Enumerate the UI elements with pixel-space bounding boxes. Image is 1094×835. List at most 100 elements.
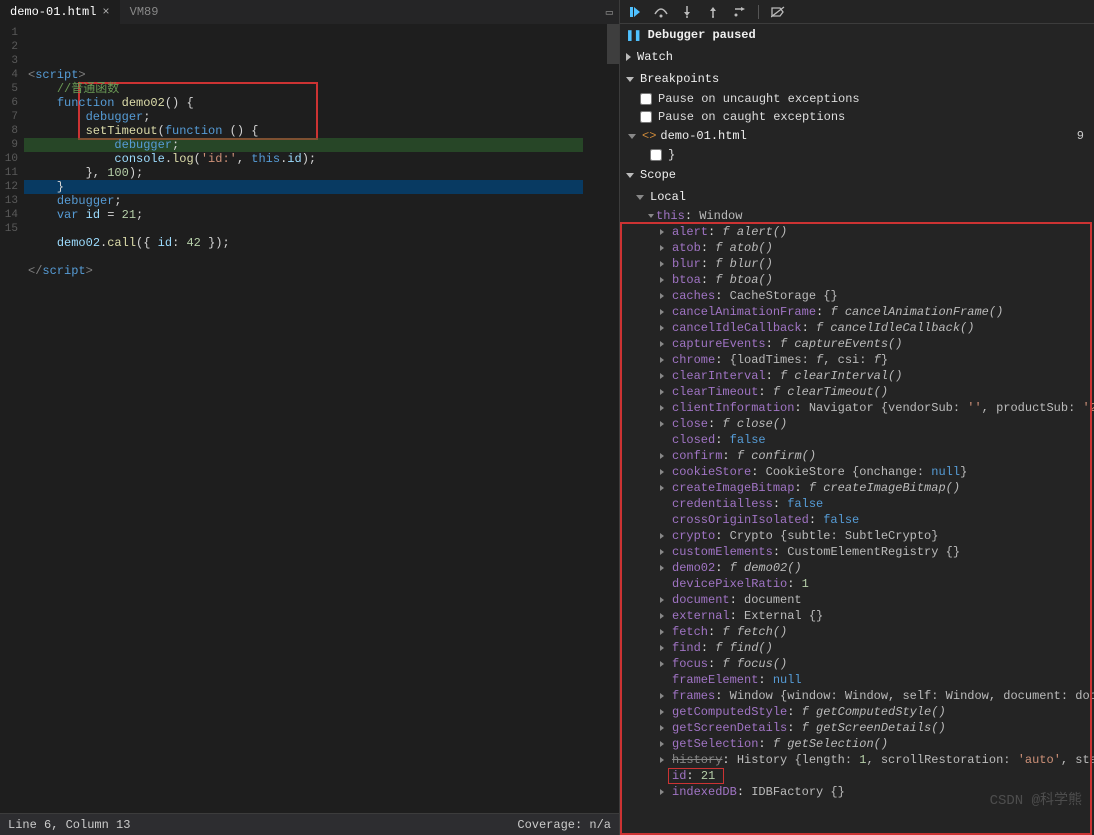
scope-property[interactable]: getScreenDetails: f getScreenDetails() [620, 720, 1094, 736]
scope-property[interactable]: frames: Window {window: Window, self: Wi… [620, 688, 1094, 704]
code-line[interactable]: console.log('id:', this.id); [24, 152, 583, 166]
step-icon[interactable] [732, 5, 746, 19]
cursor-position: Line 6, Column 13 [8, 818, 130, 832]
scope-property[interactable]: crypto: Crypto {subtle: SubtleCrypto} [620, 528, 1094, 544]
scope-property[interactable]: find: f find() [620, 640, 1094, 656]
local-scope-header[interactable]: Local [620, 186, 1094, 208]
step-out-icon[interactable] [706, 5, 720, 19]
scope-property[interactable]: id: 21 [620, 768, 1094, 784]
scope-property[interactable]: clientInformation: Navigator {vendorSub:… [620, 400, 1094, 416]
pause-caught-label: Pause on caught exceptions [658, 110, 845, 124]
pause-icon: ❚❚ [626, 28, 642, 43]
debugger-paused-header: ❚❚ Debugger paused [620, 24, 1094, 46]
code-line[interactable]: </script> [24, 264, 583, 278]
scope-property[interactable]: focus: f focus() [620, 656, 1094, 672]
scope-property[interactable]: frameElement: null [620, 672, 1094, 688]
scope-property[interactable]: indexedDB: IDBFactory {} [620, 784, 1094, 800]
breakpoint-checkbox[interactable] [650, 149, 662, 161]
tab-demo01[interactable]: demo-01.html × [0, 0, 120, 24]
debugger-pane: ❚❚ Debugger paused Watch Breakpoints Pau… [620, 0, 1094, 835]
this-value: Window [699, 209, 742, 223]
minimap[interactable] [583, 24, 607, 813]
scope-property[interactable]: document: document [620, 592, 1094, 608]
pause-caught-row[interactable]: Pause on caught exceptions [620, 108, 1094, 126]
breakpoint-snippet: } [668, 148, 675, 162]
chevron-down-icon [626, 77, 634, 82]
scope-property[interactable]: crossOriginIsolated: false [620, 512, 1094, 528]
code-line[interactable]: var id = 21; [24, 208, 583, 222]
breakpoints-header[interactable]: Breakpoints [620, 68, 1094, 90]
scope-header[interactable]: Scope [620, 164, 1094, 186]
scope-property[interactable]: btoa: f btoa() [620, 272, 1094, 288]
scope-property[interactable]: close: f close() [620, 416, 1094, 432]
scope-property[interactable]: history: History {length: 1, scrollResto… [620, 752, 1094, 768]
scope-property[interactable]: credentialless: false [620, 496, 1094, 512]
scope-property[interactable]: devicePixelRatio: 1 [620, 576, 1094, 592]
local-label: Local [650, 190, 686, 204]
scope-property[interactable]: closed: false [620, 432, 1094, 448]
breakpoint-file-name: demo-01.html [660, 129, 746, 143]
chevron-down-icon [636, 195, 644, 200]
code-line[interactable]: function demo02() { [24, 96, 583, 110]
code-line[interactable] [24, 250, 583, 264]
chevron-right-icon [626, 53, 631, 61]
scope-property[interactable]: captureEvents: f captureEvents() [620, 336, 1094, 352]
line-gutter: 123456789101112131415 [0, 24, 24, 813]
code-area[interactable]: <script> //普通函数 function demo02() { debu… [24, 24, 583, 813]
code-line[interactable]: setTimeout(function () { [24, 124, 583, 138]
code-line[interactable]: debugger; [24, 110, 583, 124]
scope-property[interactable]: caches: CacheStorage {} [620, 288, 1094, 304]
deactivate-breakpoints-icon[interactable] [771, 5, 785, 19]
code-line[interactable]: debugger; [24, 194, 583, 208]
scrollbar-thumb[interactable] [607, 24, 619, 64]
chevron-down-icon [628, 134, 636, 139]
breakpoint-file-header[interactable]: <> demo-01.html 9 [620, 126, 1094, 146]
vertical-scrollbar[interactable] [607, 24, 619, 813]
scope-property[interactable]: cancelAnimationFrame: f cancelAnimationF… [620, 304, 1094, 320]
code-line[interactable]: debugger; [24, 138, 583, 152]
watch-label: Watch [637, 50, 673, 64]
scope-property[interactable]: customElements: CustomElementRegistry {} [620, 544, 1094, 560]
breakpoints-label: Breakpoints [640, 72, 719, 86]
breakpoint-snippet-row[interactable]: } [620, 146, 1094, 164]
code-line[interactable]: } [24, 180, 583, 194]
pause-uncaught-checkbox[interactable] [640, 93, 652, 105]
close-icon[interactable]: × [102, 5, 109, 19]
tab-label: VM89 [130, 5, 159, 19]
scope-property[interactable]: fetch: f fetch() [620, 624, 1094, 640]
code-line[interactable]: demo02.call({ id: 42 }); [24, 236, 583, 250]
this-key: this [656, 209, 685, 223]
editor-pane: demo-01.html × VM89 ▭ 123456789101112131… [0, 0, 620, 835]
status-bar: Line 6, Column 13 Coverage: n/a [0, 813, 619, 835]
scope-property[interactable]: external: External {} [620, 608, 1094, 624]
code-line[interactable]: }, 100); [24, 166, 583, 180]
tab-vm89[interactable]: VM89 [120, 0, 169, 24]
scope-property[interactable]: atob: f atob() [620, 240, 1094, 256]
panel-layout-icon[interactable]: ▭ [606, 5, 613, 20]
step-over-icon[interactable] [654, 5, 668, 19]
scope-properties[interactable]: this: Window alert: f alert()atob: f ato… [620, 208, 1094, 835]
pause-uncaught-row[interactable]: Pause on uncaught exceptions [620, 90, 1094, 108]
scope-property[interactable]: alert: f alert() [620, 224, 1094, 240]
scope-property[interactable]: createImageBitmap: f createImageBitmap() [620, 480, 1094, 496]
scope-property[interactable]: clearInterval: f clearInterval() [620, 368, 1094, 384]
step-into-icon[interactable] [680, 5, 694, 19]
code-line[interactable]: <script> [24, 68, 583, 82]
resume-icon[interactable] [628, 5, 642, 19]
this-row[interactable]: this: Window [620, 208, 1094, 224]
scope-property[interactable]: demo02: f demo02() [620, 560, 1094, 576]
scope-property[interactable]: cookieStore: CookieStore {onchange: null… [620, 464, 1094, 480]
code-line[interactable]: //普通函数 [24, 82, 583, 96]
debugger-toolbar [620, 0, 1094, 24]
watch-header[interactable]: Watch [620, 46, 1094, 68]
code-editor[interactable]: 123456789101112131415 <script> //普通函数 fu… [0, 24, 619, 813]
scope-property[interactable]: getComputedStyle: f getComputedStyle() [620, 704, 1094, 720]
scope-property[interactable]: getSelection: f getSelection() [620, 736, 1094, 752]
pause-caught-checkbox[interactable] [640, 111, 652, 123]
scope-property[interactable]: clearTimeout: f clearTimeout() [620, 384, 1094, 400]
scope-property[interactable]: cancelIdleCallback: f cancelIdleCallback… [620, 320, 1094, 336]
code-line[interactable] [24, 222, 583, 236]
scope-property[interactable]: chrome: {loadTimes: f, csi: f} [620, 352, 1094, 368]
scope-property[interactable]: blur: f blur() [620, 256, 1094, 272]
scope-property[interactable]: confirm: f confirm() [620, 448, 1094, 464]
